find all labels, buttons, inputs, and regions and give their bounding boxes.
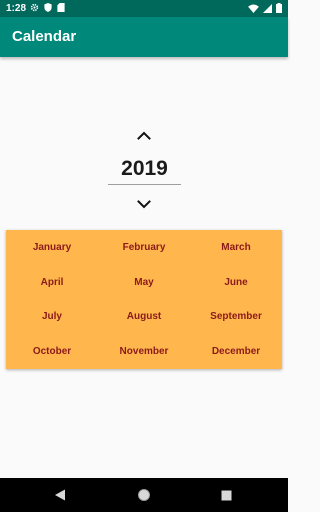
recents-button[interactable] — [217, 486, 235, 504]
month-april[interactable]: April — [6, 265, 98, 300]
month-june[interactable]: June — [190, 265, 282, 300]
chevron-down-icon — [137, 199, 151, 208]
app-bar: Calendar — [0, 17, 288, 57]
month-grid: January February March April May June Ju… — [6, 230, 282, 369]
month-february[interactable]: February — [98, 230, 190, 265]
sd-card-icon — [57, 3, 65, 12]
year-up-button[interactable] — [132, 126, 156, 144]
month-may[interactable]: May — [98, 265, 190, 300]
recents-icon — [221, 490, 231, 500]
back-icon — [55, 489, 65, 501]
status-icons-right — [248, 3, 282, 13]
month-july[interactable]: July — [6, 300, 98, 335]
status-icons-left — [30, 3, 65, 12]
home-button[interactable] — [135, 486, 153, 504]
month-november[interactable]: November — [98, 334, 190, 369]
battery-icon — [276, 3, 282, 13]
gear-icon — [30, 3, 39, 12]
signal-icon — [263, 3, 272, 13]
status-bar: 1:28 — [0, 0, 288, 17]
shield-icon — [44, 3, 52, 12]
status-time: 1:28 — [6, 3, 27, 14]
month-march[interactable]: March — [190, 230, 282, 265]
month-august[interactable]: August — [98, 300, 190, 335]
wifi-icon — [248, 3, 259, 13]
nav-bar — [0, 478, 288, 512]
back-button[interactable] — [51, 486, 69, 504]
home-icon — [138, 489, 150, 501]
app-title: Calendar — [12, 28, 77, 45]
month-september[interactable]: September — [190, 300, 282, 335]
month-january[interactable]: January — [6, 230, 98, 265]
year-display[interactable]: 2019 — [108, 154, 181, 185]
year-down-button[interactable] — [132, 195, 156, 213]
month-december[interactable]: December — [190, 334, 282, 369]
month-october[interactable]: October — [6, 334, 98, 369]
chevron-up-icon — [137, 131, 151, 140]
